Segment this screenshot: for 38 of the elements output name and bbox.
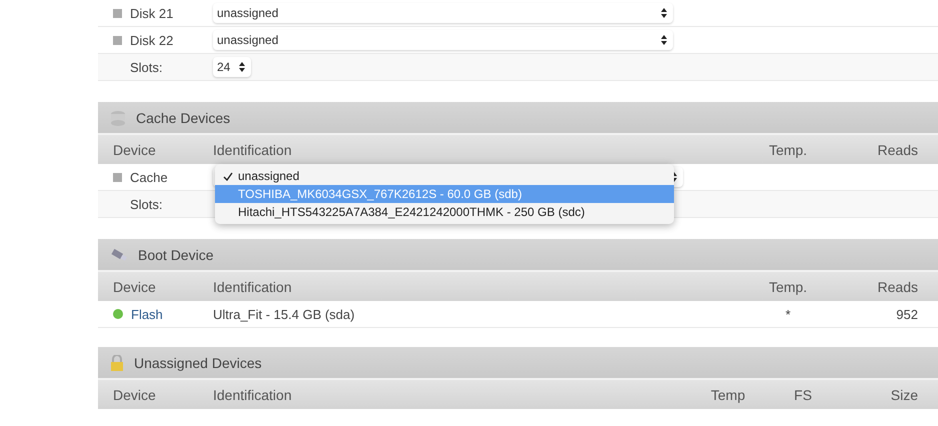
column-header: Temp.: [768, 142, 808, 158]
usb-stick-icon: [110, 248, 128, 262]
column-header: Reads: [878, 142, 918, 158]
assignment-select[interactable]: unassigned: [213, 3, 673, 23]
column-header: Device: [113, 142, 156, 158]
device-name: Slots:: [130, 60, 163, 74]
column-header: Identification: [213, 278, 292, 294]
dropdown-option[interactable]: Hitachi_HTS543225A7A384_E2421242000THMK - 250 GB (sdc): [215, 203, 674, 221]
slots-select[interactable]: 24: [213, 57, 251, 77]
section-title: Unassigned Devices: [134, 354, 262, 370]
device-link[interactable]: Flash: [131, 306, 163, 322]
column-header: Temp.: [768, 278, 808, 294]
disk-stack-icon: [110, 110, 126, 126]
section-title: Boot Device: [138, 246, 214, 262]
device-name: Disk 22: [130, 32, 174, 48]
column-header: Temp: [710, 386, 746, 402]
column-header: FS: [794, 386, 812, 402]
checkmark-icon: [223, 172, 233, 180]
column-header: Identification: [213, 386, 292, 402]
dropdown-option[interactable]: unassigned: [215, 167, 674, 185]
identification-text: Ultra_Fit - 15.4 GB (sda): [213, 306, 355, 322]
device-name: Cache: [130, 170, 168, 184]
column-header: Reads: [878, 278, 918, 294]
table-cell: *: [785, 306, 791, 322]
column-header: Device: [113, 278, 156, 294]
stepper-icon: [661, 8, 667, 18]
column-header: Identification: [213, 142, 292, 158]
assignment-select[interactable]: unassigned: [213, 30, 673, 50]
table-cell: 952: [896, 306, 918, 322]
stepper-icon: [239, 62, 245, 72]
section-title: Cache Devices: [136, 110, 230, 126]
stepper-icon: [671, 172, 677, 182]
stepper-icon: [661, 35, 667, 45]
column-header: Size: [890, 386, 918, 402]
device-name: Slots:: [130, 196, 163, 212]
column-header: Device: [113, 386, 156, 402]
padlock-icon: [110, 354, 124, 370]
device-name: Disk 21: [130, 6, 174, 20]
